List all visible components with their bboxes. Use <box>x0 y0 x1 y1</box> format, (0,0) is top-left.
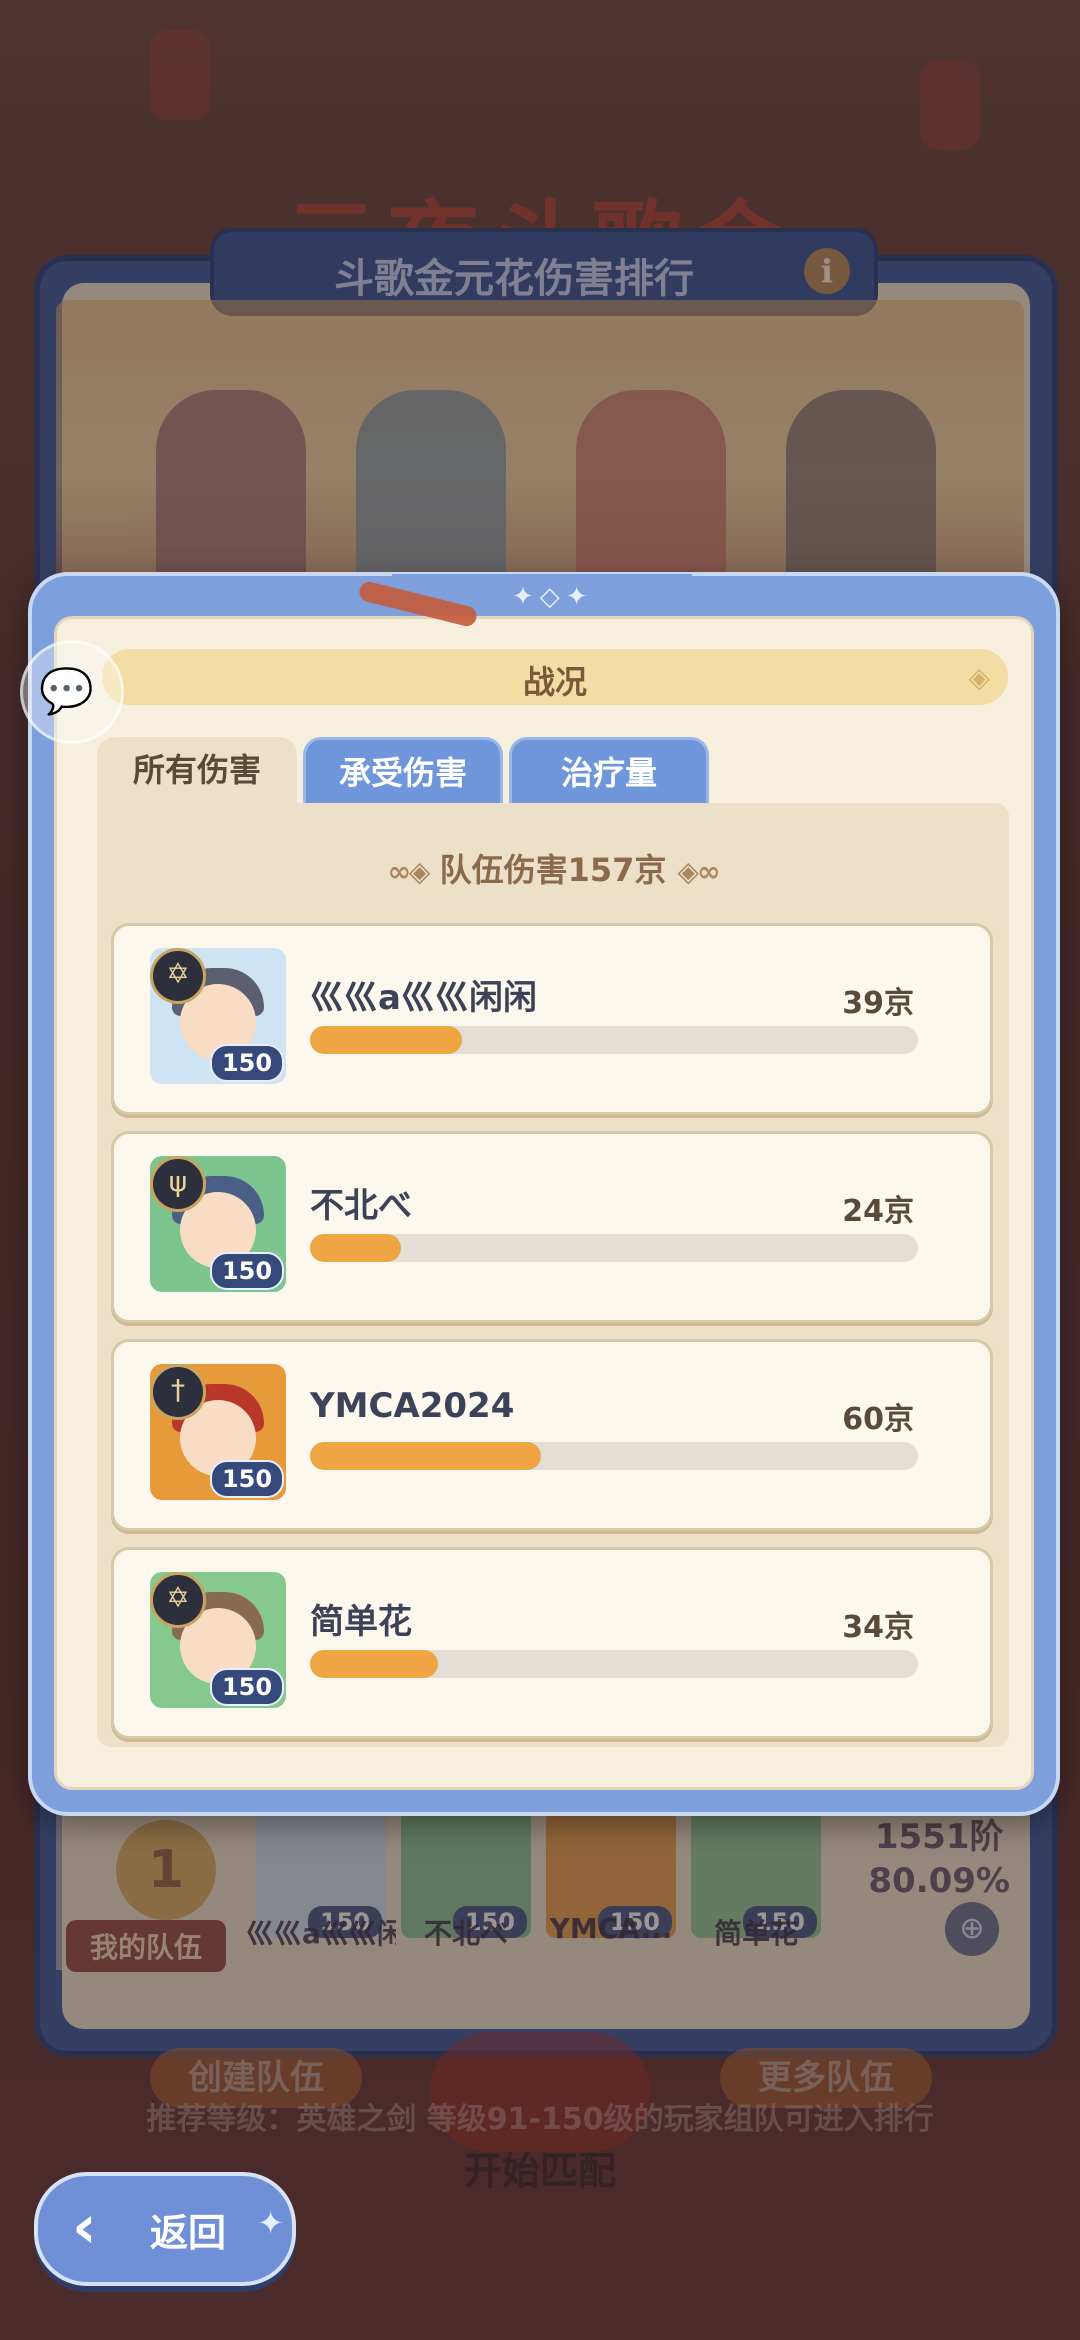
battle-status-modal: ✦◇✦ 战况 ◈ 所有伤害 承受伤害 治疗量 ∞◈ 队伍伤害157京 ◈∞ ✡ … <box>28 572 1060 1816</box>
damage-value: 34京 <box>842 1610 914 1645</box>
member-card[interactable]: ψ 150 不北べ 24京 <box>111 1131 993 1323</box>
diamond-icon: ◈ <box>968 661 990 694</box>
team-damage-total: ∞◈ 队伍伤害157京 ◈∞ <box>97 845 1009 891</box>
member-card[interactable]: ✡ 150 ⼮⼮a⼮⼮闲闲 39京 <box>111 923 993 1115</box>
modal-title: 战况 <box>522 663 587 701</box>
level-badge: 150 <box>210 1044 284 1082</box>
damage-bar-track <box>310 1026 918 1054</box>
damage-bar-fill <box>310 1026 462 1054</box>
magic-hexagram-icon: ✡ <box>150 948 206 1004</box>
damage-bar-track <box>310 1650 918 1678</box>
tab-content: ∞◈ 队伍伤害157京 ◈∞ ✡ 150 ⼮⼮a⼮⼮闲闲 39京 ψ 150 不… <box>97 803 1009 1747</box>
sparkle-icon: ✦ <box>257 2204 284 2242</box>
member-card[interactable]: ✡ 150 简单花 34京 <box>111 1547 993 1739</box>
team-damage-text: 队伍伤害157京 <box>439 851 667 889</box>
player-name: 简单花 <box>310 1602 412 1642</box>
level-badge: 150 <box>210 1668 284 1706</box>
member-avatar: ψ 150 <box>150 1156 286 1292</box>
member-avatar: ✡ 150 <box>150 948 286 1084</box>
modal-header: 战况 ◈ <box>102 649 1008 705</box>
trident-icon: ψ <box>150 1156 206 1212</box>
magic-hexagram-icon: ✡ <box>150 1572 206 1628</box>
damage-bar-fill <box>310 1650 438 1678</box>
back-label: 返回 <box>150 2211 227 2255</box>
player-name: YMCA2024 <box>310 1386 515 1426</box>
player-name: 不北べ <box>310 1186 412 1226</box>
damage-bar-fill <box>310 1234 402 1262</box>
chat-icon[interactable]: 💬 <box>20 640 124 744</box>
sword-icon: † <box>150 1364 206 1420</box>
damage-value: 24京 <box>842 1194 914 1229</box>
member-card[interactable]: † 150 YMCA2024 60京 <box>111 1339 993 1531</box>
back-button[interactable]: ‹ 返回 ✦ <box>34 2172 296 2286</box>
tab-damage-taken[interactable]: 承受伤害 <box>303 737 503 803</box>
ornament-right: ◈∞ <box>677 855 721 888</box>
player-name: ⼮⼮a⼮⼮闲闲 <box>310 978 537 1018</box>
member-avatar: † 150 <box>150 1364 286 1500</box>
damage-bar-track <box>310 1442 918 1470</box>
level-badge: 150 <box>210 1460 284 1498</box>
damage-value: 60京 <box>842 1402 914 1437</box>
sparkle-decoration: ✦◇✦ <box>512 582 594 612</box>
ornament-left: ∞◈ <box>387 855 431 888</box>
level-badge: 150 <box>210 1252 284 1290</box>
member-avatar: ✡ 150 <box>150 1572 286 1708</box>
damage-value: 39京 <box>842 986 914 1021</box>
damage-bar-fill <box>310 1442 542 1470</box>
tab-healing[interactable]: 治疗量 <box>509 737 709 803</box>
damage-bar-track <box>310 1234 918 1262</box>
tab-all-damage[interactable]: 所有伤害 <box>97 737 297 803</box>
back-arrow-icon: ‹ <box>72 2192 97 2262</box>
